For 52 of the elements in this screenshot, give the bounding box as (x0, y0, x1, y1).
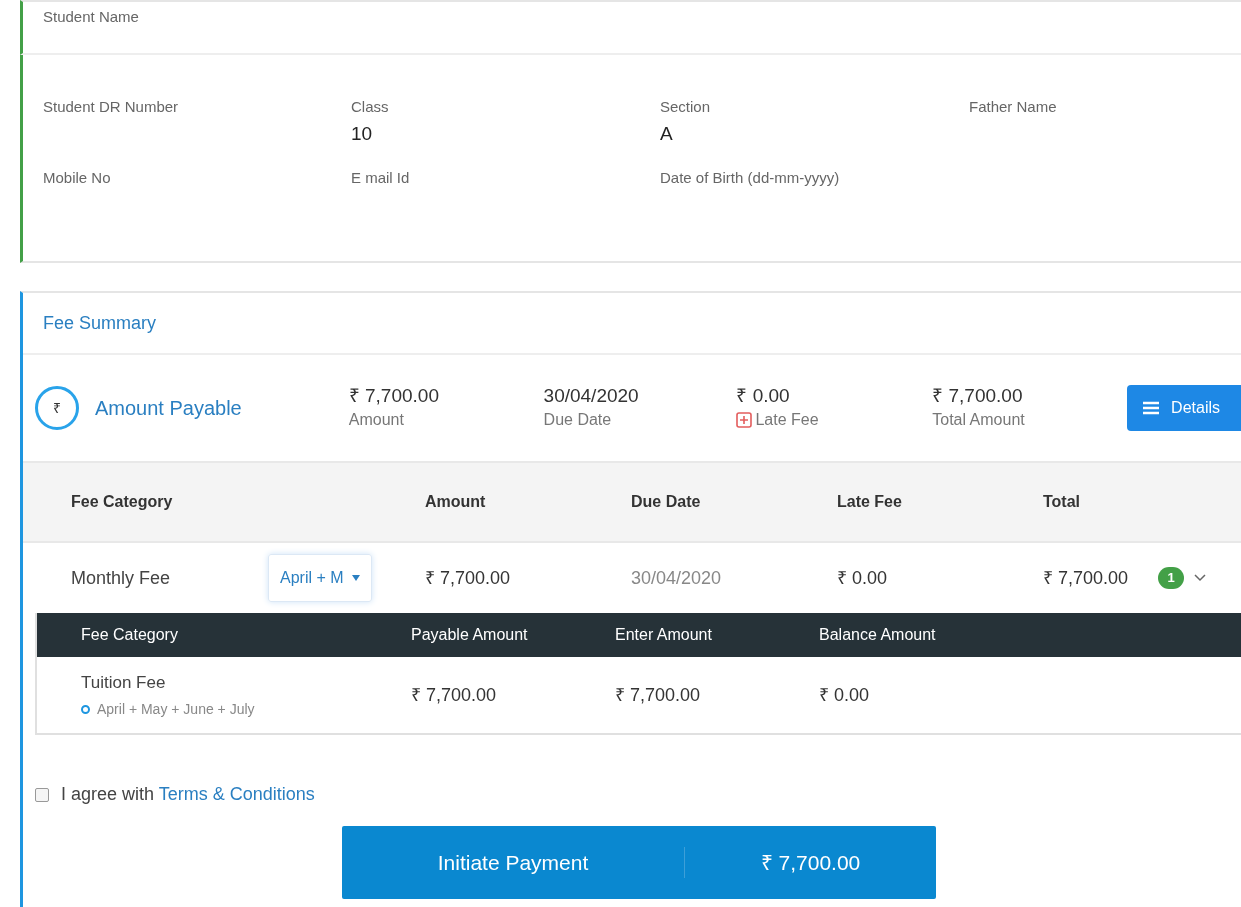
caret-icon (351, 575, 360, 581)
bullet-icon (81, 705, 90, 715)
field-label: Father Name (969, 97, 1058, 117)
column-header: Payable Amount (411, 625, 529, 645)
column-header: Amount (425, 492, 487, 512)
stat-value: ₹ 0.00 (736, 384, 791, 408)
stat-label: Due Date (543, 410, 612, 430)
section-title: Fee Summary (43, 311, 157, 335)
stat-label: Amount (348, 410, 404, 430)
agree-checkbox[interactable] (35, 787, 49, 802)
stat-value: ₹ 7,700.00 (348, 384, 440, 408)
column-header: Balance Amount (819, 625, 937, 645)
field-label: Date of Birth (dd-mm-yyyy) (660, 168, 841, 188)
stat-label: Total Amount (932, 410, 1025, 430)
field-label: Student Name (43, 7, 140, 27)
period-dropdown[interactable]: April + M (268, 554, 372, 602)
menu-icon (1143, 401, 1160, 415)
table-cell-text: 30/04/2020 (631, 566, 723, 590)
field-label: E mail Id (351, 168, 411, 188)
stat-value: ₹ 7,700.00 (932, 384, 1024, 408)
field-label: Class (351, 97, 390, 117)
field-value: A (660, 122, 674, 146)
terms-link[interactable]: Terms & Conditions (158, 784, 315, 804)
column-header: Fee Category (80, 625, 179, 645)
column-header: Enter Amount (615, 625, 713, 645)
field-label: Student DR Number (43, 97, 180, 117)
summary-heading: Amount Payable (94, 396, 243, 421)
count-badge: 1 (1158, 567, 1184, 589)
table-cell-text: ₹ 7,700.00 (1043, 566, 1130, 590)
plus-box-icon (736, 412, 753, 428)
stat-value: 30/04/2020 (543, 384, 640, 408)
column-header: Late Fee (837, 492, 903, 512)
table-cell-text: ₹ 0.00 (819, 683, 871, 707)
rupee-icon: ₹ (35, 386, 79, 430)
initiate-payment-button[interactable]: Initiate Payment ₹ 7,700.00 (342, 826, 936, 899)
table-cell-text: Monthly Fee (71, 566, 172, 590)
field-value: 10 (351, 122, 374, 146)
column-header: Due Date (631, 492, 702, 512)
agree-text: I agree with Terms & Conditions (61, 783, 315, 806)
stat-label: Late Fee (755, 410, 819, 430)
table-cell-text: ₹ 7,700.00 (411, 683, 498, 707)
table-cell-text: ₹ 7,700.00 (615, 683, 702, 707)
table-cell-text: ₹ 7,700.00 (425, 566, 512, 590)
chevron-button[interactable] (1194, 574, 1206, 582)
field-label: Mobile No (43, 168, 112, 188)
table-cell-text: Tuition Fee (81, 671, 167, 694)
table-cell-text: ₹ 0.00 (837, 566, 889, 590)
details-button[interactable]: Details (1127, 385, 1241, 431)
month-list: April + May + June + July (97, 699, 255, 721)
field-label: Section (660, 97, 712, 117)
column-header: Fee Category (70, 492, 174, 512)
column-header: Total (1043, 492, 1082, 512)
